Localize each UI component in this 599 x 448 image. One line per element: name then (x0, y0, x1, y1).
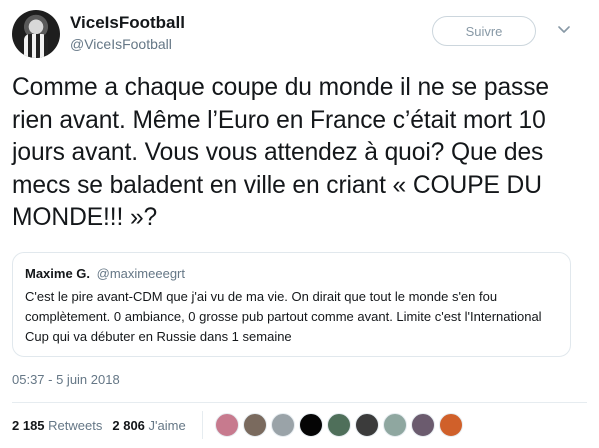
quoted-tweet[interactable]: Maxime G. @maximeeegrt C'est le pire ava… (12, 252, 571, 357)
chevron-down-icon[interactable] (556, 22, 572, 38)
stats-divider (201, 411, 203, 439)
liker-avatar-2[interactable] (242, 413, 267, 437)
likes-count: 2 806 (112, 417, 145, 433)
author-avatar[interactable] (12, 10, 60, 58)
tweet-stats: 2 185 Retweets 2 806 J'aime (12, 405, 587, 445)
tweet-timestamp[interactable]: 05:37 - 5 juin 2018 (12, 372, 120, 387)
quoted-tweet-text: C'est le pire avant-CDM que j'ai vu de m… (25, 289, 542, 344)
follow-button[interactable]: Suivre (432, 16, 536, 46)
liker-avatar-1[interactable] (214, 413, 239, 437)
retweets-label: Retweets (48, 417, 103, 433)
liker-avatar-6[interactable] (354, 413, 379, 437)
likers-avatars (214, 413, 467, 437)
quoted-author-name: Maxime G. (25, 266, 91, 281)
liker-avatar-9[interactable] (438, 413, 463, 437)
quoted-tweet-header: Maxime G. @maximeeegrt (25, 265, 558, 283)
likes-stat[interactable]: 2 806 J'aime (112, 418, 185, 433)
author-display-name[interactable]: ViceIsFootball (70, 13, 185, 33)
tweet-text: Comme a chaque coupe du monde il ne se p… (12, 74, 549, 231)
liker-avatar-5[interactable] (326, 413, 351, 437)
tweet-header: ViceIsFootball @ViceIsFootball Suivre (12, 10, 588, 60)
liker-avatar-3[interactable] (270, 413, 295, 437)
retweets-stat[interactable]: 2 185 Retweets (12, 418, 102, 433)
quoted-author-handle: @maximeeegrt (96, 266, 185, 281)
author-handle[interactable]: @ViceIsFootball (70, 36, 172, 52)
liker-avatar-7[interactable] (382, 413, 407, 437)
likes-label: J'aime (148, 417, 186, 433)
divider (12, 402, 587, 403)
liker-avatar-4[interactable] (298, 413, 323, 437)
retweets-count: 2 185 (12, 417, 45, 433)
liker-avatar-8[interactable] (410, 413, 435, 437)
